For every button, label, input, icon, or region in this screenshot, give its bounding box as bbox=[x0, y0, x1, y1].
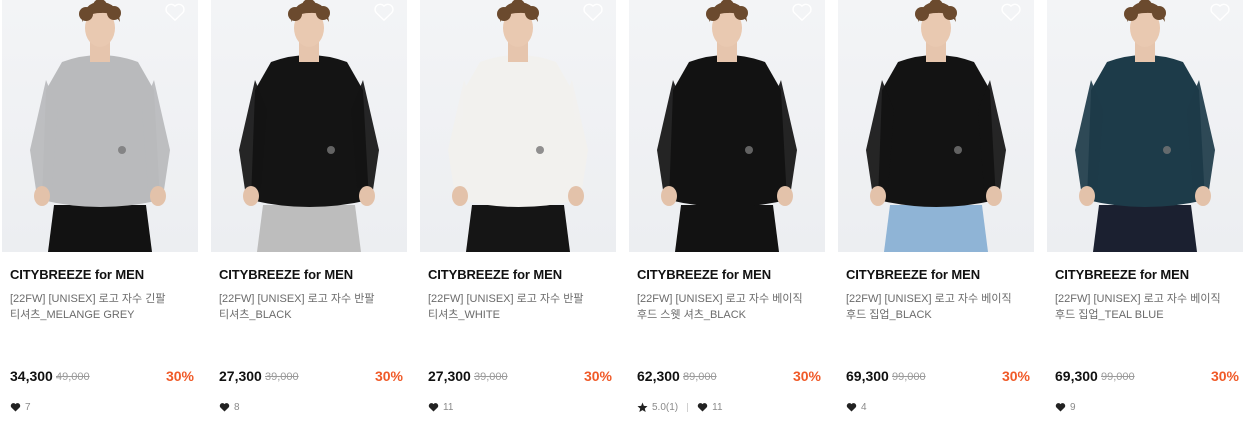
sale-price: 62,300 bbox=[637, 368, 680, 384]
wishlist-heart-icon[interactable] bbox=[791, 2, 813, 22]
likes: 8 bbox=[219, 402, 240, 413]
original-price: 99,000 bbox=[892, 371, 926, 383]
rating: 5.0(1) bbox=[637, 402, 678, 413]
original-price: 99,000 bbox=[1101, 371, 1135, 383]
product-image[interactable] bbox=[211, 0, 407, 252]
product-name[interactable]: [22FW] [UNISEX] 로고 자수 베이직 후드 스웻 셔츠_BLACK bbox=[637, 291, 819, 323]
product-image[interactable] bbox=[838, 0, 1034, 252]
wishlist-heart-icon[interactable] bbox=[1000, 2, 1022, 22]
brand-name[interactable]: CITYBREEZE for MEN bbox=[428, 267, 562, 282]
heart-icon bbox=[846, 402, 857, 412]
discount-rate: 30% bbox=[792, 368, 821, 384]
sale-price: 27,300 bbox=[219, 368, 262, 384]
product-name[interactable]: [22FW] [UNISEX] 로고 자수 베이직 후드 집업_BLACK bbox=[846, 291, 1028, 323]
product-card[interactable]: CITYBREEZE for MEN [22FW] [UNISEX] 로고 자수 … bbox=[838, 0, 1034, 440]
product-name[interactable]: [22FW] [UNISEX] 로고 자수 베이직 후드 집업_TEAL BLU… bbox=[1055, 291, 1237, 323]
sale-price: 27,300 bbox=[428, 368, 471, 384]
discount-rate: 30% bbox=[583, 368, 612, 384]
likes: 4 bbox=[846, 402, 867, 413]
product-card[interactable]: CITYBREEZE for MEN [22FW] [UNISEX] 로고 자수 … bbox=[1047, 0, 1243, 440]
product-meta: 5.0(1) 11 bbox=[637, 400, 723, 414]
brand-name[interactable]: CITYBREEZE for MEN bbox=[846, 267, 980, 282]
product-meta: 9 bbox=[1055, 400, 1076, 414]
discount-rate: 30% bbox=[165, 368, 194, 384]
original-price: 49,000 bbox=[56, 371, 90, 383]
discount-rate: 30% bbox=[374, 368, 403, 384]
wishlist-heart-icon[interactable] bbox=[164, 2, 186, 22]
like-count: 8 bbox=[234, 401, 240, 413]
likes: 7 bbox=[10, 402, 31, 413]
product-card[interactable]: CITYBREEZE for MEN [22FW] [UNISEX] 로고 자수 … bbox=[211, 0, 407, 440]
product-name[interactable]: [22FW] [UNISEX] 로고 자수 반팔 티셔츠_WHITE bbox=[428, 291, 610, 323]
original-price: 39,000 bbox=[265, 371, 299, 383]
product-meta: 4 bbox=[846, 400, 867, 414]
likes: 11 bbox=[697, 401, 723, 413]
wishlist-heart-icon[interactable] bbox=[373, 2, 395, 22]
sale-price: 69,300 bbox=[846, 368, 889, 384]
sale-price: 34,300 bbox=[10, 368, 53, 384]
likes: 11 bbox=[428, 402, 453, 413]
brand-name[interactable]: CITYBREEZE for MEN bbox=[637, 267, 771, 282]
like-count: 4 bbox=[861, 401, 867, 413]
product-image[interactable] bbox=[420, 0, 616, 252]
brand-name[interactable]: CITYBREEZE for MEN bbox=[10, 267, 144, 282]
heart-icon bbox=[219, 402, 230, 412]
like-count: 11 bbox=[712, 401, 723, 413]
wishlist-heart-icon[interactable] bbox=[1209, 2, 1231, 22]
heart-icon bbox=[697, 402, 708, 412]
original-price: 89,000 bbox=[683, 371, 717, 383]
heart-icon bbox=[1055, 402, 1066, 412]
product-meta: 7 bbox=[10, 400, 31, 414]
product-name[interactable]: [22FW] [UNISEX] 로고 자수 반팔 티셔츠_BLACK bbox=[219, 291, 401, 323]
heart-icon bbox=[428, 402, 439, 412]
product-grid: CITYBREEZE for MEN [22FW] [UNISEX] 로고 자수 … bbox=[0, 0, 1255, 440]
like-count: 11 bbox=[443, 401, 454, 413]
product-card[interactable]: CITYBREEZE for MEN [22FW] [UNISEX] 로고 자수 … bbox=[629, 0, 825, 440]
product-image[interactable] bbox=[629, 0, 825, 252]
product-name[interactable]: [22FW] [UNISEX] 로고 자수 긴팔 티셔츠_MELANGE GRE… bbox=[10, 291, 192, 323]
discount-rate: 30% bbox=[1001, 368, 1030, 384]
product-card[interactable]: CITYBREEZE for MEN [22FW] [UNISEX] 로고 자수 … bbox=[2, 0, 198, 440]
like-count: 9 bbox=[1070, 401, 1076, 413]
discount-rate: 30% bbox=[1210, 368, 1239, 384]
meta-divider bbox=[687, 402, 689, 412]
heart-icon bbox=[10, 402, 21, 412]
product-meta: 11 bbox=[428, 400, 453, 414]
product-meta: 8 bbox=[219, 400, 240, 414]
sale-price: 69,300 bbox=[1055, 368, 1098, 384]
brand-name[interactable]: CITYBREEZE for MEN bbox=[1055, 267, 1189, 282]
star-icon bbox=[637, 402, 648, 412]
rating-value: 5.0(1) bbox=[652, 401, 679, 413]
product-image[interactable] bbox=[1047, 0, 1243, 252]
brand-name[interactable]: CITYBREEZE for MEN bbox=[219, 267, 353, 282]
product-image[interactable] bbox=[2, 0, 198, 252]
product-card[interactable]: CITYBREEZE for MEN [22FW] [UNISEX] 로고 자수 … bbox=[420, 0, 616, 440]
wishlist-heart-icon[interactable] bbox=[582, 2, 604, 22]
original-price: 39,000 bbox=[474, 371, 508, 383]
likes: 9 bbox=[1055, 402, 1076, 413]
like-count: 7 bbox=[25, 401, 31, 413]
